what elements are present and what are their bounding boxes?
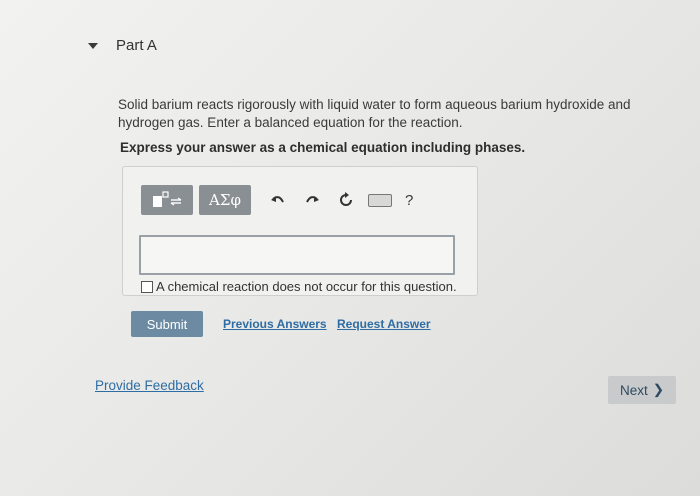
submit-button[interactable]: Submit	[131, 311, 203, 337]
question-instruction: Express your answer as a chemical equati…	[120, 140, 526, 155]
chevron-right-icon: ❯	[652, 382, 665, 397]
no-reaction-label: A chemical reaction does not occur for t…	[156, 279, 457, 294]
part-header[interactable]: Part A	[88, 37, 157, 54]
caret-down-icon[interactable]	[88, 42, 98, 49]
templates-button[interactable]	[141, 185, 193, 215]
symbols-button[interactable]: ΑΣφ	[199, 185, 251, 215]
equation-input[interactable]	[139, 235, 455, 275]
provide-feedback-link[interactable]: Provide Feedback	[95, 378, 204, 393]
answer-panel: ΑΣφ ? A chemical reaction does not occur…	[122, 166, 478, 296]
undo-icon[interactable]	[265, 185, 291, 215]
question-text: Solid barium reacts rigorously with liqu…	[118, 97, 631, 130]
next-button[interactable]: Next ❯	[608, 376, 676, 404]
next-label: Next	[619, 382, 648, 398]
templates-icon	[153, 191, 182, 207]
equation-toolbar: ΑΣφ ?	[141, 185, 413, 215]
no-reaction-option[interactable]: A chemical reaction does not occur for t…	[141, 279, 457, 294]
request-answer-link[interactable]: Request Answer	[337, 317, 431, 331]
no-reaction-checkbox[interactable]	[141, 280, 153, 293]
reset-icon[interactable]	[333, 185, 359, 215]
part-title: Part A	[116, 37, 157, 54]
keyboard-icon[interactable]	[367, 185, 393, 215]
redo-icon[interactable]	[299, 185, 325, 215]
previous-answers-link[interactable]: Previous Answers	[223, 317, 327, 331]
help-icon[interactable]: ?	[405, 192, 413, 209]
